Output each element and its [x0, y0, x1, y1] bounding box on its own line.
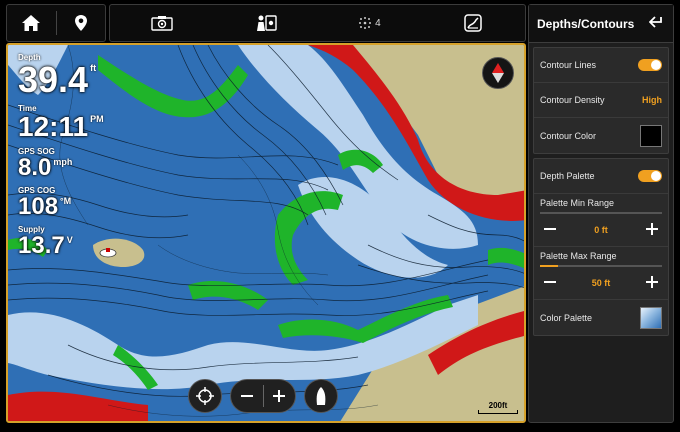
zoom-in-button[interactable]	[264, 380, 296, 412]
readout-number: 108	[18, 193, 59, 220]
palette-max-track[interactable]	[540, 265, 662, 267]
person-settings-icon	[256, 15, 277, 31]
map-scale: 200ft	[478, 401, 518, 415]
satellite-count: 4	[375, 17, 381, 29]
panel-title: Depths/Contours	[537, 16, 635, 31]
readout-value: 39.4 ft	[18, 62, 104, 98]
readout-depth[interactable]: Depth 39.4 ft	[18, 53, 104, 98]
palette-max-decrease-button[interactable]	[540, 274, 560, 292]
plus-icon	[273, 390, 286, 402]
boat-heading-icon	[316, 387, 326, 405]
palette-max-fill	[540, 265, 559, 267]
top-bar-left-group	[6, 4, 106, 42]
person-settings-button[interactable]	[214, 5, 318, 41]
top-bar: 4	[6, 4, 526, 42]
contour-settings-group: Contour Lines Contour Density High Conto…	[533, 47, 669, 154]
contour-lines-label: Contour Lines	[540, 60, 597, 70]
sonar-icon	[151, 16, 173, 31]
palette-max-range: Palette Max Range 50 ft	[534, 247, 668, 300]
readout-gps-cog[interactable]: GPS COG 108 °M	[18, 186, 104, 219]
readout-time[interactable]: Time 12:11 PM	[18, 104, 104, 141]
readout-unit: PM	[90, 114, 104, 124]
minus-icon	[240, 395, 253, 397]
color-palette-label: Color Palette	[540, 312, 593, 323]
contour-lines-toggle[interactable]	[638, 59, 662, 71]
contour-density-row[interactable]: Contour Density High	[534, 83, 668, 118]
depth-palette-group: Depth Palette Palette Min Range 0 ft Pal…	[533, 158, 669, 336]
back-button[interactable]	[648, 15, 665, 33]
readout-value: 12:11 PM	[18, 113, 104, 141]
heading-up-button[interactable]	[304, 379, 338, 413]
readout-unit: mph	[53, 157, 73, 167]
contour-color-row[interactable]: Contour Color	[534, 118, 668, 153]
readout-unit: V	[66, 235, 73, 245]
palette-max-controls: 50 ft	[540, 273, 662, 293]
contour-color-swatch[interactable]	[640, 124, 662, 147]
readout-value: 108 °M	[18, 195, 104, 219]
minus-icon	[544, 281, 556, 283]
back-arrow-icon	[648, 15, 662, 28]
readout-gps-sog[interactable]: GPS SOG 8.0 mph	[18, 147, 104, 180]
readout-number: 12:11	[18, 111, 89, 142]
home-button[interactable]	[7, 5, 56, 41]
minus-icon	[544, 228, 556, 230]
data-readouts: Depth 39.4 ft Time 12:11 PM GPS SOG 8.0 mph GPS C…	[18, 53, 104, 264]
zoom-control	[230, 379, 296, 413]
readout-number: 8.0	[18, 154, 52, 181]
satellite-status[interactable]: 4	[318, 5, 422, 41]
plus-icon	[645, 276, 658, 288]
readout-unit: ft	[90, 63, 97, 73]
plus-icon	[646, 223, 658, 235]
palette-min-increase-button[interactable]	[642, 221, 662, 239]
depth-palette-label: Depth Palette	[540, 171, 595, 181]
contour-color-label: Contour Color	[540, 130, 597, 141]
chart-map[interactable]: Depth 39.4 ft Time 12:11 PM GPS SOG 8.0 mph GPS C…	[6, 43, 526, 423]
palette-min-range: Palette Min Range 0 ft	[534, 194, 668, 247]
palette-max-label: Palette Max Range	[540, 251, 617, 261]
palette-min-track[interactable]	[540, 212, 662, 214]
map-controls	[188, 379, 338, 413]
chart-edit-icon	[464, 14, 482, 32]
contour-density-value: High	[642, 95, 662, 105]
waypoint-button[interactable]	[57, 5, 106, 41]
palette-min-label: Palette Min Range	[540, 198, 615, 208]
contour-lines-row[interactable]: Contour Lines	[534, 48, 668, 83]
compass-icon	[492, 63, 504, 83]
panel-header: Depths/Contours	[529, 5, 673, 43]
palette-max-value: 50 ft	[591, 278, 611, 288]
palette-max-increase-button[interactable]	[642, 274, 662, 292]
zoom-out-button[interactable]	[231, 380, 263, 412]
contour-density-label: Contour Density	[540, 95, 605, 105]
palette-min-value: 0 ft	[594, 225, 608, 235]
color-palette-row[interactable]: Color Palette	[534, 300, 668, 335]
readout-number: 39.4	[18, 59, 89, 100]
palette-min-controls: 0 ft	[540, 220, 662, 240]
top-bar-right-group: 4	[109, 4, 526, 42]
sonar-button[interactable]	[110, 5, 214, 41]
depth-palette-row[interactable]: Depth Palette	[534, 159, 668, 194]
color-palette-swatch[interactable]	[640, 306, 662, 329]
crosshair-icon	[196, 387, 214, 405]
palette-min-decrease-button[interactable]	[540, 221, 560, 239]
waypoint-icon	[74, 15, 87, 31]
chart-edit-button[interactable]	[421, 5, 525, 41]
center-position-button[interactable]	[188, 379, 222, 413]
readout-number: 13.7	[18, 232, 65, 259]
home-icon	[22, 15, 41, 31]
readout-unit: °M	[60, 196, 72, 206]
map-scale-label: 200ft	[488, 401, 508, 410]
depth-palette-toggle[interactable]	[638, 170, 662, 182]
satellite-icon	[359, 17, 372, 29]
compass-button[interactable]	[482, 57, 514, 89]
readout-value: 8.0 mph	[18, 156, 104, 180]
readout-supply[interactable]: Supply 13.7 V	[18, 225, 104, 258]
map-scale-bar	[478, 410, 518, 414]
depths-contours-panel: Depths/Contours Contour Lines Contour De…	[528, 4, 674, 423]
readout-value: 13.7 V	[18, 234, 104, 258]
